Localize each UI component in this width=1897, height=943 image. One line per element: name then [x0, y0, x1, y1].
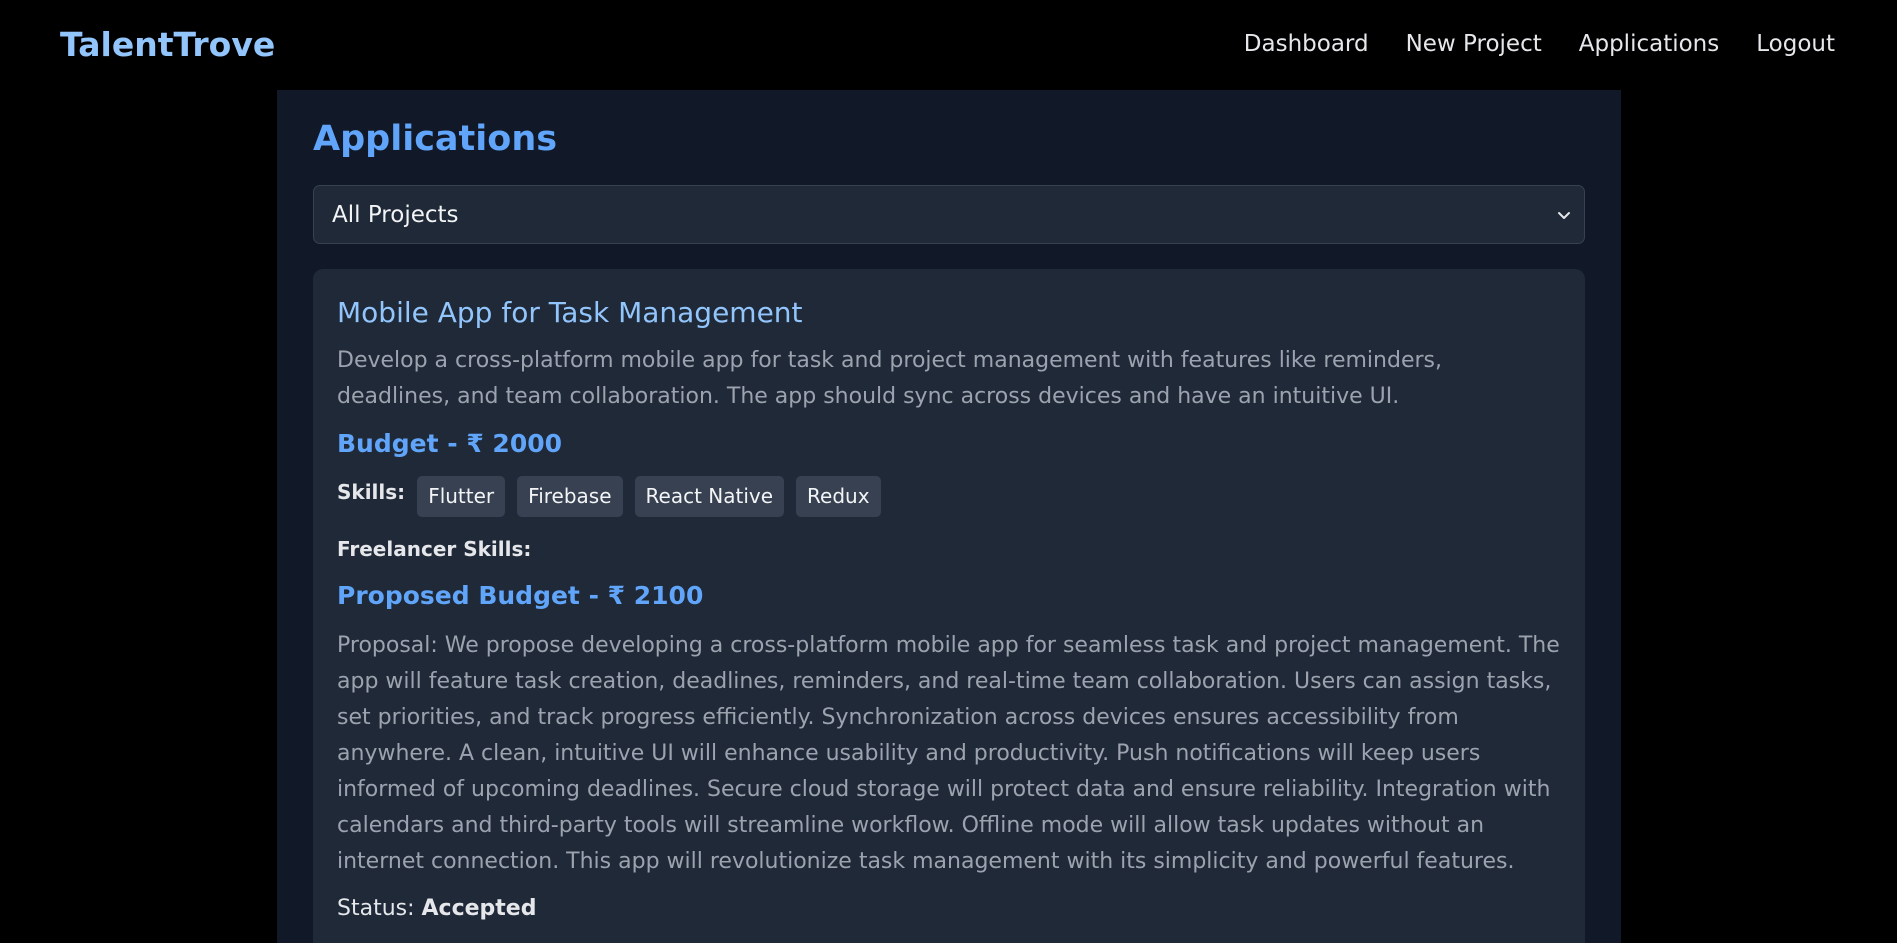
proposed-budget: Proposed Budget - ₹ 2100: [337, 581, 704, 611]
skills-row: Skills: Flutter Firebase React Native Re…: [337, 476, 1561, 518]
skill-chip: Flutter: [417, 476, 506, 518]
freelancer-skills-label: Freelancer Skills:: [337, 537, 532, 562]
page-title: Applications: [313, 119, 558, 159]
nav-applications[interactable]: Applications: [1579, 31, 1720, 57]
nav-dashboard[interactable]: Dashboard: [1244, 31, 1369, 57]
chevron-down-icon: [1558, 211, 1570, 219]
project-budget: Budget - ₹ 2000: [337, 429, 563, 459]
skills-label: Skills:: [337, 480, 406, 505]
project-filter-value: All Projects: [332, 201, 459, 228]
project-filter-select[interactable]: All Projects: [313, 185, 1585, 244]
proposal-text: Proposal: We propose developing a cross-…: [337, 633, 1560, 875]
nav-logout[interactable]: Logout: [1756, 31, 1835, 57]
project-title: Mobile App for Task Management: [337, 296, 803, 329]
skill-chip: Firebase: [517, 476, 623, 518]
application-card: Mobile App for Task Management Develop a…: [313, 269, 1585, 943]
applications-panel: Applications All Projects Mobile App for…: [277, 90, 1621, 943]
project-description: Develop a cross-platform mobile app for …: [337, 348, 1442, 410]
skill-chip: Redux: [796, 476, 881, 518]
brand-logo[interactable]: TalentTrove: [60, 25, 275, 64]
status-row: Status: Accepted: [337, 896, 1561, 921]
status-badge: Accepted: [421, 896, 537, 922]
nav-links: Dashboard New Project Applications Logou…: [1244, 31, 1837, 57]
nav-new-project[interactable]: New Project: [1406, 31, 1542, 57]
status-label: Status:: [337, 896, 415, 922]
navbar: TalentTrove Dashboard New Project Applic…: [0, 0, 1897, 88]
skill-chip: React Native: [634, 476, 785, 518]
